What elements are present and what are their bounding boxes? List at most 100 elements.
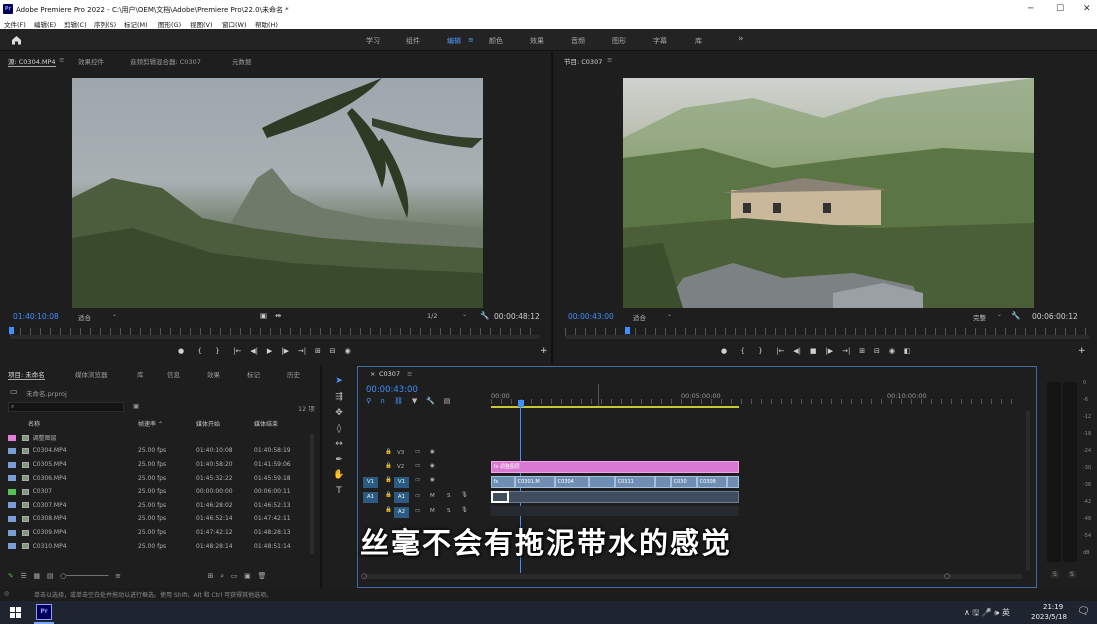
tab-info[interactable]: 信息 [167,369,180,379]
find-icon[interactable]: ⌕ [220,572,224,580]
project-row[interactable]: C0307.MP4 25.00 fps 01:46:28:02 01:46:52:13 [8,499,314,513]
project-search-input[interactable]: ⌕ [8,402,124,412]
source-zoom-scrollbar[interactable] [10,335,540,339]
video-clip-2[interactable]: C0304 [555,476,589,488]
program-mark-in-icon[interactable]: { [740,347,744,355]
taskbar-date[interactable]: 2023/5/18 [1031,613,1067,621]
export-frame-icon[interactable]: ▣ [260,311,267,320]
project-row[interactable]: 调整图层 [8,431,314,445]
menu-sequence[interactable]: 序列(S) [94,19,116,29]
resolution-chevron-down-icon[interactable]: ⌄ [462,311,467,318]
solo-right-button[interactable]: S [1068,571,1076,578]
a2-lock-icon[interactable]: 🔒 [385,507,392,513]
lift-icon[interactable]: ⊞ [859,347,865,355]
project-row[interactable]: C0306.MP4 25.00 fps 01:45:32:22 01:45:59:18 [8,471,314,485]
windows-start-icon[interactable] [10,607,21,618]
a2-mute-button[interactable]: M [430,508,435,514]
v3-eye-icon[interactable]: ◉ [430,449,435,455]
snap-icon[interactable]: ∩ [380,397,385,405]
menu-marker[interactable]: 标记(M) [124,19,148,29]
program-go-to-in-icon[interactable]: |← [776,347,784,355]
program-playhead[interactable] [625,327,630,334]
track-a1-label[interactable]: A1 [394,492,409,503]
timeline-timecode[interactable]: 00:00:43:00 [366,385,418,395]
source-patch-a1[interactable]: A1 [363,492,378,503]
type-tool-icon[interactable]: T [333,486,345,496]
a2-mic-icon[interactable]: 🎙 [461,507,468,513]
program-resolution-chevron-down-icon[interactable]: ⌄ [997,311,1002,318]
pen-tool-icon[interactable]: ✒ [333,455,345,465]
new-item-icon[interactable]: ▣ [244,572,251,580]
workspace-editing[interactable]: 编辑 [447,36,461,46]
timeline-close-icon[interactable]: × [370,370,375,378]
selection-tool-icon[interactable]: ➤ [333,376,345,386]
close-button[interactable]: ✕ [1083,4,1091,14]
workspace-learn[interactable]: 学习 [366,36,380,46]
track-select-tool-icon[interactable]: ⇶ [333,392,345,402]
workspace-graphics[interactable]: 图形 [612,36,626,46]
mark-out-icon[interactable]: } [215,347,219,355]
stop-icon[interactable]: ■ [810,347,817,355]
add-marker-icon[interactable]: ● [178,347,184,355]
project-row[interactable]: C0308.MP4 25.00 fps 01:46:52:14 01:47:42:11 [8,512,314,526]
column-frame-rate[interactable]: 帧速率 ⌃ [138,417,196,431]
step-back-icon[interactable]: ◀| [250,347,258,355]
label-color-swatch[interactable] [8,475,16,482]
project-scrollbar[interactable] [310,434,314,554]
video-clip-7[interactable]: C0308 [697,476,727,488]
work-area-bar[interactable] [491,406,739,408]
project-row[interactable]: C0307 25.00 fps 00:00:00:00 00:06:00:11 [8,485,314,499]
trash-icon[interactable]: 🗑 [257,572,266,580]
h-scroll-end-handle-icon[interactable]: ○ [944,572,950,580]
label-color-swatch[interactable] [8,515,16,522]
fit-chevron-down-icon[interactable]: ⌄ [112,311,117,318]
program-fit-chevron-down-icon[interactable]: ⌄ [667,311,672,318]
tab-libraries[interactable]: 库 [137,369,144,379]
v2-sync-icon[interactable]: ▭ [415,463,420,469]
audio-track-a1-clips[interactable] [491,491,739,503]
video-clip-4[interactable]: C0311 [615,476,655,488]
a1-mute-button[interactable]: M [430,493,435,499]
label-color-swatch[interactable] [8,447,16,454]
program-add-button-icon[interactable]: + [1078,346,1086,356]
source-video-frame[interactable] [72,78,483,308]
column-media-start[interactable]: 媒体开始 [196,417,254,431]
new-bin-footer-icon[interactable]: ▭ [231,572,238,580]
v1-sync-icon[interactable]: ▭ [415,477,420,483]
list-view-icon[interactable]: ☰ [21,572,27,580]
maximize-button[interactable]: ☐ [1056,4,1064,14]
program-go-to-out-icon[interactable]: →| [842,347,850,355]
video-clip-5[interactable] [655,476,671,488]
menu-window[interactable]: 窗口(W) [222,19,247,29]
source-add-button-icon[interactable]: + [540,346,548,356]
program-fit-dropdown[interactable]: 适合 [633,312,646,322]
video-clip-3[interactable] [589,476,615,488]
nest-icon[interactable]: ⚲ [366,397,371,405]
program-wrench-icon[interactable]: 🔧 [1011,311,1020,320]
tab-effects[interactable]: 效果 [207,369,220,379]
hand-tool-icon[interactable]: ✋ [333,470,345,480]
overwrite-icon[interactable]: ⊟ [330,347,336,355]
program-tab-menu-icon[interactable]: ≡ [607,56,612,64]
tab-source[interactable]: 源: C0304.MP4 [8,56,56,67]
tab-sequence[interactable]: C0307 [379,370,400,378]
program-camera-icon[interactable]: ◉ [889,347,895,355]
project-row[interactable]: C0305.MP4 25.00 fps 01:40:58:20 01:41:59:06 [8,458,314,472]
ripple-edit-tool-icon[interactable]: ✥ [333,408,345,418]
more-workspaces-icon[interactable]: » [738,34,744,44]
tab-markers[interactable]: 标记 [247,369,260,379]
a2-sync-icon[interactable]: ▭ [415,508,420,514]
tab-audio-clip-mixer[interactable]: 音频剪辑混合器: C0307 [130,56,201,66]
taskbar-time[interactable]: 21:19 [1043,603,1063,611]
column-name[interactable]: 名称 [8,417,138,431]
program-add-marker-icon[interactable]: ● [721,347,727,355]
label-color-swatch[interactable] [8,543,16,550]
menu-clip[interactable]: 剪辑(C) [64,19,87,29]
label-color-swatch[interactable] [8,435,16,442]
v1-eye-icon[interactable]: ◉ [430,477,435,483]
camera-icon[interactable]: ◉ [345,347,351,355]
track-a2-label[interactable]: A2 [394,507,409,518]
selected-audio-clip[interactable] [491,491,509,503]
captions-icon[interactable]: ▤ [444,397,451,405]
a1-sync-icon[interactable]: ▭ [415,493,420,499]
